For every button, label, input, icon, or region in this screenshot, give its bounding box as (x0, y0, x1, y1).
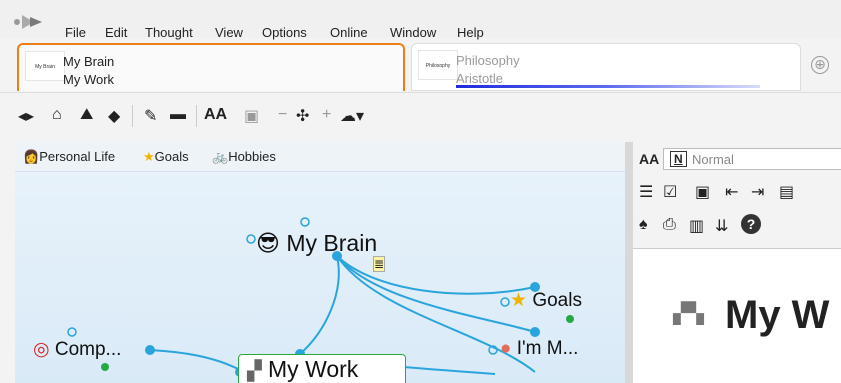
menu-edit[interactable]: Edit (105, 25, 127, 40)
print-icon[interactable]: ⎙ (663, 216, 676, 234)
thought-label: Comp... (54, 339, 122, 360)
help-icon[interactable]: ? (741, 214, 761, 234)
home-icon[interactable]: ⌂ (52, 106, 62, 128)
pinned-thoughts-bar: 👩Personal Life ★Goals 🚲Hobbies (15, 142, 625, 172)
target-icon: ◎ (33, 339, 50, 360)
ai-chip-icon[interactable]: ▣ (244, 106, 259, 128)
tab-philosophy[interactable]: Philosophy Philosophy Aristotle (411, 43, 801, 91)
align-left-icon[interactable]: ▤ (779, 182, 794, 202)
main-toolbar: ◂▸ ⌂ ⛰ ◆ ✎ ▬ AA ▣ − ✣ + ☁▾ (0, 92, 841, 138)
style-letter-icon: N (670, 151, 687, 167)
toolbar-separator (196, 105, 197, 127)
zoom-plus-icon[interactable]: + (322, 106, 331, 128)
numbered-list-icon[interactable]: ☰ (639, 182, 653, 202)
focus-thought-node[interactable]: ▞ My Work (247, 356, 358, 383)
active-thought-label: My Brain (286, 230, 378, 256)
toolbar-separator (132, 105, 133, 127)
brain-tabs: My Brain My Brain My Work Philosophy Phi… (0, 43, 841, 91)
menu-window[interactable]: Window (390, 25, 436, 40)
thebrain-logo-icon[interactable] (14, 14, 44, 30)
indent-icon[interactable]: ⇥ (751, 182, 764, 202)
notes-font-size-icon[interactable]: AA (639, 151, 659, 167)
outdent-icon[interactable]: ⇤ (725, 182, 738, 202)
tab-progress-bar (456, 85, 760, 88)
active-thought-node[interactable]: 😎 My Brain (256, 230, 377, 257)
paragraph-style-select[interactable]: N Normal (663, 148, 841, 170)
tab-thumbnail: Philosophy (418, 50, 458, 80)
menu-bar: File Edit Thought View Options Online Wi… (0, 0, 841, 40)
tab-title: My Brain (63, 54, 115, 69)
brain-image-icon[interactable]: ⛰ (80, 106, 93, 128)
tab-subtitle: My Work (63, 72, 115, 87)
jump-thought-comp[interactable]: ◎ Comp... (33, 338, 121, 361)
tab-subtitle: Aristotle (456, 71, 503, 86)
menu-help[interactable]: Help (457, 25, 484, 40)
collapse-icon[interactable]: ⇊ (715, 216, 728, 236)
pane-splitter[interactable] (625, 142, 633, 383)
embed-icon[interactable]: ▥ (689, 216, 704, 236)
bicycle-icon: 🚲 (212, 149, 229, 164)
pin-personal-life[interactable]: 👩Personal Life (23, 149, 115, 165)
person-icon: 👩 (23, 149, 40, 164)
sunglasses-emoji-icon: 😎 (256, 230, 280, 256)
tag-icon[interactable]: ◆ (108, 106, 120, 128)
star-icon: ★ (510, 290, 528, 311)
plex-view[interactable]: 👩Personal Life ★Goals 🚲Hobbies 😎 My Brai… (15, 142, 625, 383)
child-thought-goals[interactable]: ★ Goals (510, 289, 582, 312)
city-building-icon: ▞ (247, 361, 262, 382)
thought-label: I'm M... (516, 338, 579, 359)
folder-icon[interactable]: ▬ (170, 106, 186, 128)
menu-view[interactable]: View (215, 25, 243, 40)
focus-thought-label: My Work (268, 356, 359, 382)
ai-chip-icon[interactable]: ▣ (695, 182, 710, 202)
spy-icon[interactable]: ♠ (639, 216, 648, 234)
font-size-icon[interactable]: AA (204, 106, 227, 128)
cloud-icon[interactable]: ☁▾ (340, 106, 364, 128)
layout-icon[interactable]: ✣ (296, 106, 309, 128)
checkbox-icon[interactable]: ☑ (663, 182, 677, 202)
child-thought-im-m[interactable]: ● I'm M... (500, 338, 578, 360)
back-forward-icon[interactable]: ◂▸ (18, 106, 34, 128)
menu-options[interactable]: Options (262, 25, 307, 40)
menu-thought[interactable]: Thought (145, 25, 193, 40)
city-building-icon: ▞▚ (673, 303, 704, 325)
add-tab-button[interactable]: ⊕ (811, 56, 829, 74)
tab-thumbnail: My Brain (25, 51, 65, 81)
notes-title: My W (725, 293, 830, 337)
note-icon[interactable]: ≣ (373, 256, 386, 272)
tab-my-brain[interactable]: My Brain My Brain My Work (17, 43, 405, 91)
style-value: Normal (692, 152, 734, 167)
colorful-circles-icon: ● (500, 338, 512, 359)
menu-file[interactable]: File (65, 25, 86, 40)
pin-goals[interactable]: ★Goals (143, 149, 189, 165)
pin-hobbies[interactable]: 🚲Hobbies (212, 149, 276, 165)
tab-title: Philosophy (456, 53, 520, 68)
notes-document[interactable]: ▞▚ My W (633, 248, 841, 383)
zoom-minus-icon[interactable]: − (278, 106, 287, 128)
pin-icon[interactable]: ✎ (144, 106, 157, 128)
star-icon: ★ (143, 149, 155, 164)
thought-label: Goals (532, 290, 582, 311)
menu-online[interactable]: Online (330, 25, 368, 40)
